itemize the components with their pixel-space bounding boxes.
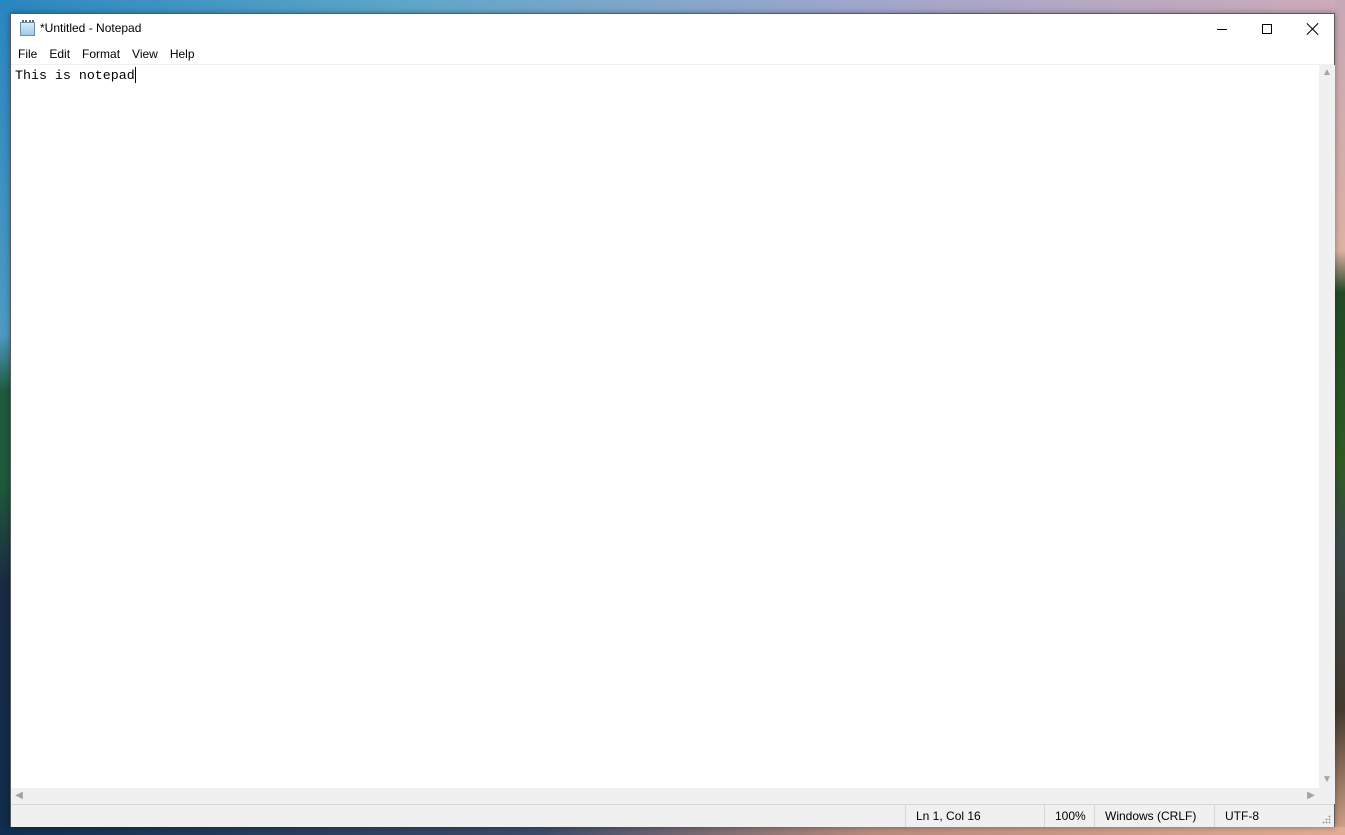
desktop-background-top bbox=[0, 0, 1345, 13]
scroll-right-icon[interactable]: ▶ bbox=[1303, 788, 1319, 804]
desktop-background-right bbox=[1335, 0, 1345, 835]
menu-bar: File Edit Format View Help bbox=[11, 44, 1334, 64]
cursor-position-text: Ln 1, Col 16 bbox=[916, 809, 981, 823]
menu-edit[interactable]: Edit bbox=[43, 45, 76, 63]
close-icon bbox=[1307, 23, 1319, 35]
status-zoom: 100% bbox=[1044, 805, 1094, 827]
title-bar[interactable]: *Untitled - Notepad bbox=[11, 14, 1334, 44]
scroll-down-icon[interactable]: ▼ bbox=[1319, 772, 1335, 788]
scroll-up-icon[interactable]: ▲ bbox=[1319, 65, 1335, 81]
maximize-icon bbox=[1262, 24, 1272, 34]
editor-text: This is notepad bbox=[15, 68, 135, 83]
notepad-window: *Untitled - Notepad File Edit Format Vie… bbox=[10, 13, 1335, 827]
text-editor[interactable]: This is notepad bbox=[11, 65, 1319, 788]
line-ending-text: Windows (CRLF) bbox=[1105, 809, 1197, 823]
encoding-text: UTF-8 bbox=[1225, 809, 1259, 823]
minimize-icon bbox=[1217, 28, 1227, 30]
desktop-background-bottom bbox=[0, 827, 1345, 835]
horizontal-scrollbar[interactable]: ◀ ▶ bbox=[11, 788, 1319, 804]
menu-file[interactable]: File bbox=[12, 45, 43, 63]
status-encoding: UTF-8 bbox=[1214, 805, 1319, 827]
menu-view[interactable]: View bbox=[126, 45, 164, 63]
scroll-left-icon[interactable]: ◀ bbox=[11, 788, 27, 804]
minimize-button[interactable] bbox=[1199, 14, 1245, 44]
status-bar: Ln 1, Col 16 100% Windows (CRLF) UTF-8 bbox=[11, 804, 1334, 827]
window-title: *Untitled - Notepad bbox=[40, 21, 142, 35]
status-cursor-position: Ln 1, Col 16 bbox=[905, 805, 1044, 827]
maximize-button[interactable] bbox=[1244, 14, 1290, 44]
menu-format[interactable]: Format bbox=[76, 45, 126, 63]
status-line-ending: Windows (CRLF) bbox=[1094, 805, 1214, 827]
menu-help[interactable]: Help bbox=[164, 45, 201, 63]
vertical-scrollbar[interactable]: ▲ ▼ bbox=[1319, 65, 1335, 788]
zoom-level-text: 100% bbox=[1055, 809, 1086, 823]
resize-grip-icon[interactable] bbox=[1322, 815, 1332, 825]
text-caret bbox=[134, 67, 136, 83]
notepad-icon[interactable] bbox=[20, 20, 35, 36]
close-button[interactable] bbox=[1290, 14, 1336, 44]
scrollbar-corner bbox=[1319, 788, 1335, 804]
desktop-background-left bbox=[0, 0, 10, 835]
